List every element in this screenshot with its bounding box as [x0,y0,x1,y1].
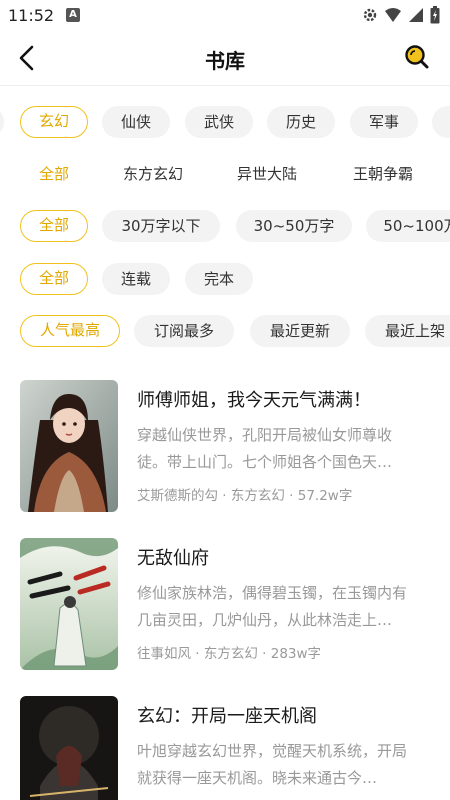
category-chip[interactable]: 武侠 [185,106,253,138]
book-list-item[interactable]: 玄幻：开局一座天机阁 叶旭穿越玄幻世界，觉醒天机系统，开局就获得一座天机阁。晓未… [0,696,450,800]
book-description: 修仙家族林浩，偶得碧玉镯，在玉镯内有几亩灵田，几炉仙丹，从此林浩走上… [137,584,408,629]
book-title: 玄幻：开局一座天机阁 [137,706,317,727]
sort-chip-selected[interactable]: 人气最高 [20,315,120,347]
signal-icon [409,8,423,22]
status-chip-selected[interactable]: 全部 [20,263,88,295]
search-icon [405,45,429,69]
category-chip[interactable] [0,106,4,138]
book-cover [20,696,118,800]
category-chip[interactable]: 仙侠 [102,106,170,138]
sort-filter-row: 人气最高 订阅最多 最近更新 最近上架 [0,313,450,349]
book-description: 叶旭穿越玄幻世界，觉醒天机系统，开局就获得一座天机阁。晓未来通古今… [137,742,408,787]
word-count-chip[interactable]: 50~100万 [366,210,450,242]
category-chip[interactable] [432,106,450,138]
status-icons [362,6,440,24]
book-list-item[interactable]: 无敌仙府 修仙家族林浩，偶得碧玉镯，在玉镯内有几亩灵田，几炉仙丹，从此林浩走上…… [0,538,450,678]
word-count-filter-row: 全部 30万字以下 30~50万字 50~100万 [0,208,450,244]
status-filter-row: 全部 连载 完本 [0,261,450,297]
subcategory-chip[interactable]: 东方玄幻 [108,158,198,190]
category-chip[interactable]: 军事 [350,106,418,138]
sort-chip[interactable]: 最近更新 [250,315,350,347]
subcategory-filter-row: 全部 东方玄幻 异世大陆 王朝争霸 [0,156,450,192]
status-chip[interactable]: 连载 [102,263,170,295]
book-list-item[interactable]: 师傅师姐，我今天元气满满！ 穿越仙侠世界，孔阳开局被仙女师尊收徒。带上山门。七个… [0,380,450,520]
word-count-chip[interactable]: 30~50万字 [236,210,352,242]
word-count-chip[interactable]: 30万字以下 [102,210,220,242]
app-bar: 书库 [0,30,450,86]
category-chip[interactable]: 历史 [267,106,335,138]
word-count-chip-selected[interactable]: 全部 [20,210,88,242]
subcategory-chip-selected[interactable]: 全部 [20,158,88,190]
subcategory-chip[interactable]: 异世大陆 [222,158,312,190]
battery-icon [430,6,440,24]
book-description: 穿越仙侠世界，孔阳开局被仙女师尊收徒。带上山门。七个师姐各个国色天… [137,426,393,471]
book-cover [20,538,118,670]
wifi-icon [385,8,401,22]
notification-icon: A [66,8,80,22]
subcategory-chip[interactable]: 王朝争霸 [338,158,428,190]
page-title: 书库 [205,49,245,73]
search-button[interactable] [404,44,430,70]
category-filter-row: 玄幻 仙侠 武侠 历史 军事 [0,104,450,140]
book-title: 无敌仙府 [137,548,209,569]
category-chip-selected[interactable]: 玄幻 [20,106,88,138]
book-title: 师傅师姐，我今天元气满满！ [137,390,371,411]
sort-chip[interactable]: 订阅最多 [134,315,234,347]
status-bar: 11:52 A [0,0,450,30]
settings-icon [363,8,377,22]
book-meta: 往事如风 · 东方玄幻 · 283w字 [137,646,322,662]
book-meta: 艾斯德斯的勾 · 东方玄幻 · 57.2w字 [137,488,353,504]
status-time: 11:52 [8,6,55,25]
status-chip[interactable]: 完本 [185,263,253,295]
book-cover [20,380,118,512]
sort-chip[interactable]: 最近上架 [365,315,450,347]
